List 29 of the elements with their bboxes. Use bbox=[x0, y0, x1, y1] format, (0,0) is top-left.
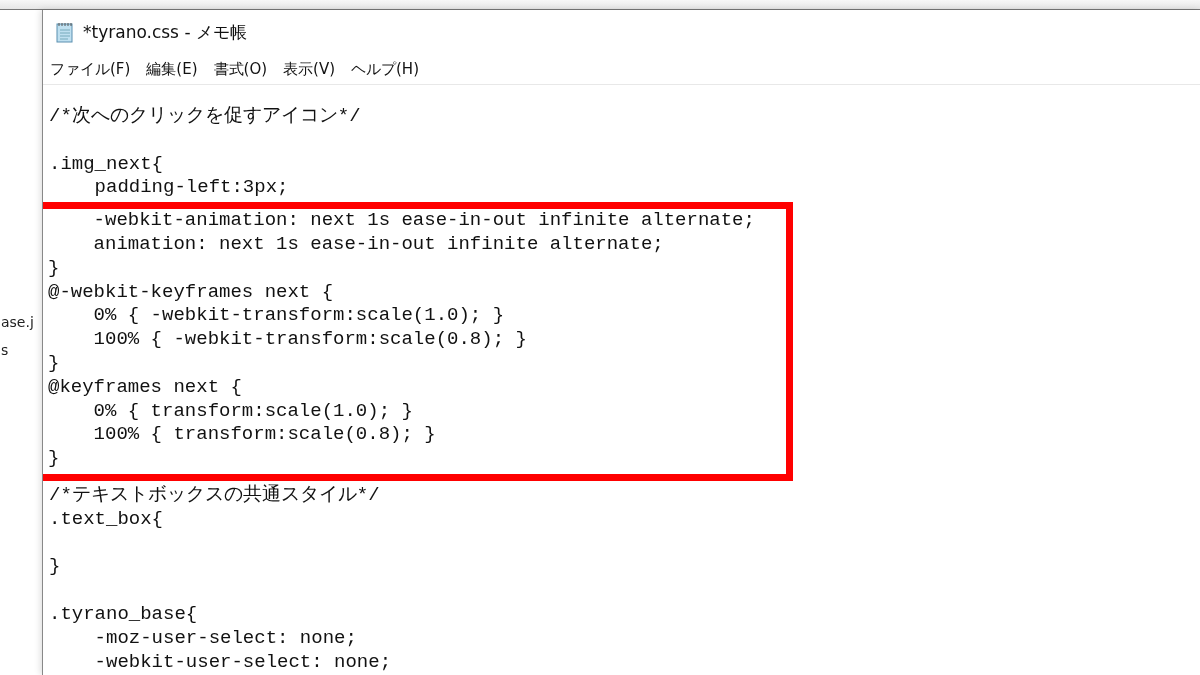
code-line: /*次へのクリックを促すアイコン*/ bbox=[49, 105, 362, 129]
menu-item[interactable]: 編集(E) bbox=[146, 59, 198, 79]
code-line: -webkit-user-select: none; bbox=[93, 650, 393, 675]
menu-item[interactable]: 書式(O) bbox=[213, 59, 268, 79]
notepad-icon bbox=[55, 21, 75, 43]
code-line: 100% { -webkit-transform:scale(0.8); } bbox=[92, 328, 528, 352]
code-line: .img_next{ bbox=[49, 152, 165, 177]
code-line: -moz-user-select: none; bbox=[93, 626, 358, 651]
code-line: @-webkit-keyframes next { bbox=[48, 280, 335, 305]
file-name[interactable]: ase.j bbox=[1, 314, 34, 330]
code-line: .text_box{ bbox=[49, 507, 165, 532]
code-line: } bbox=[48, 351, 61, 376]
code-line: 0% { -webkit-transform:scale(1.0); } bbox=[92, 304, 506, 329]
code-line: 0% { transform:scale(1.0); } bbox=[92, 399, 414, 424]
code-line: .tyrano_base{ bbox=[49, 602, 199, 627]
code-line: 100% { transform:scale(0.8); } bbox=[92, 423, 437, 448]
code-line: padding-left:3px; bbox=[93, 176, 290, 201]
code-line: @keyframes next { bbox=[48, 375, 243, 400]
code-line: animation: next 1s ease-in-out infinite alternate; bbox=[92, 233, 665, 257]
menu-item[interactable]: 表示(V) bbox=[283, 59, 335, 79]
code-line: } bbox=[48, 447, 61, 471]
menu-item[interactable]: ファイル(F) bbox=[50, 59, 131, 79]
code-line: -webkit-animation: next 1s ease-in-out infinite alternate; bbox=[92, 209, 756, 233]
menu-item[interactable]: ヘルプ(H) bbox=[351, 59, 419, 79]
file-name[interactable]: s bbox=[1, 342, 9, 358]
code-line: } bbox=[48, 256, 61, 281]
window-title: *tyrano.css - メモ帳 bbox=[83, 20, 247, 44]
code-line: /*テキストボックスの共通スタイル*/ bbox=[49, 483, 381, 508]
code-line: } bbox=[49, 555, 62, 580]
